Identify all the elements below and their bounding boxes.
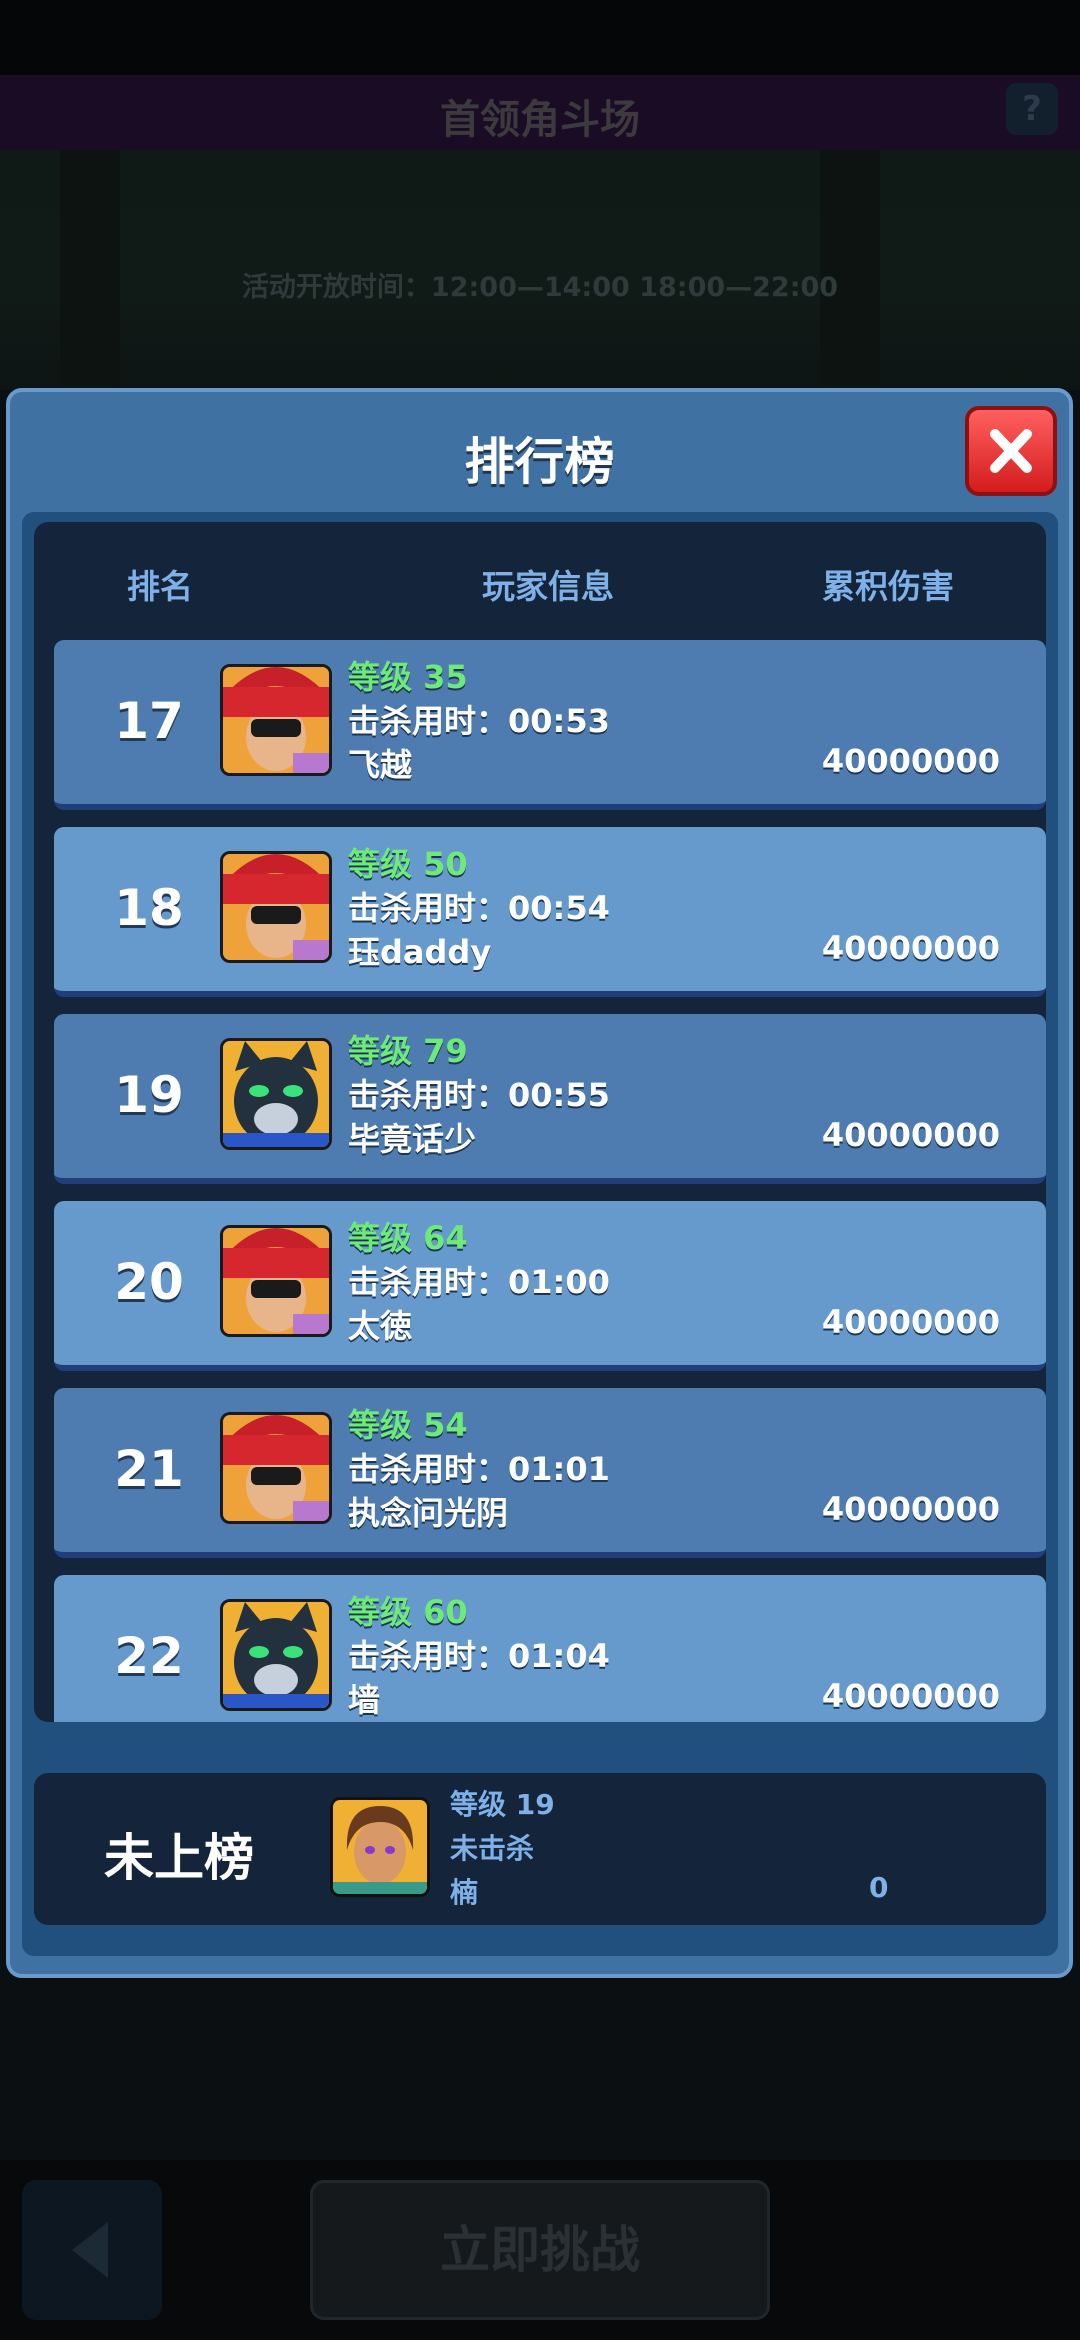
damage-value: 40000000: [821, 742, 1000, 780]
panther-hero-avatar: [220, 1599, 332, 1711]
page-title: 首领角斗场: [440, 97, 640, 143]
close-button[interactable]: [965, 406, 1057, 496]
column-header-damage: 累积伤害: [822, 567, 954, 606]
my-player-name: 楠: [450, 1876, 479, 1909]
red-hat-hero-avatar: [220, 1412, 332, 1524]
leaderboard-table: 排名 玩家信息 累积伤害 17 等级 35 击杀用时：00:53 飞越 4000…: [34, 522, 1046, 1722]
arena-background: 活动开放时间：12:00—14:00 18:00—22:00: [0, 150, 1080, 390]
girl-hero-avatar: [330, 1797, 430, 1897]
kill-time: 击杀用时：00:55: [348, 1076, 610, 1114]
damage-value: 40000000: [821, 1677, 1000, 1715]
leaderboard-title: 排行榜: [464, 433, 615, 491]
player-level: 等级 60: [348, 1593, 468, 1631]
back-arrow-icon: [72, 2222, 108, 2278]
damage-value: 40000000: [821, 1116, 1000, 1154]
my-rank-status: 未上榜: [104, 1829, 254, 1887]
help-button[interactable]: ?: [1006, 83, 1058, 135]
red-hat-hero-avatar: [220, 664, 332, 776]
my-rank-row: 未上榜 等级 19 未击杀 楠 0: [34, 1773, 1046, 1925]
player-level: 等级 35: [348, 658, 468, 696]
close-icon: [990, 429, 1032, 473]
red-hat-hero-avatar: [220, 1225, 332, 1337]
red-hat-hero-avatar: [220, 851, 332, 963]
kill-time: 击杀用时：01:04: [348, 1637, 610, 1675]
damage-value: 40000000: [821, 1303, 1000, 1341]
player-level: 等级 54: [348, 1406, 468, 1444]
column-header-player-info: 玩家信息: [482, 567, 614, 606]
table-row[interactable]: 21 等级 54 击杀用时：01:01 执念问光阴 40000000: [54, 1388, 1046, 1558]
rank-number: 21: [114, 1440, 184, 1498]
rank-number: 18: [114, 879, 184, 937]
panther-hero-avatar: [220, 1038, 332, 1150]
rank-number: 17: [114, 692, 184, 750]
leaderboard-list[interactable]: 17 等级 35 击杀用时：00:53 飞越 40000000 18 等级 50…: [54, 640, 1046, 1722]
damage-value: 40000000: [821, 1490, 1000, 1528]
top-status-area: [0, 0, 1080, 75]
kill-time: 击杀用时：01:00: [348, 1263, 610, 1301]
dimmed-background: [0, 1980, 1080, 2160]
table-row[interactable]: 20 等级 64 击杀用时：01:00 太徳 40000000: [54, 1201, 1046, 1371]
kill-time: 击杀用时：00:54: [348, 889, 610, 927]
damage-value: 40000000: [821, 929, 1000, 967]
rank-number: 20: [114, 1253, 184, 1311]
my-damage-value: 0: [869, 1871, 889, 1904]
player-level: 等级 64: [348, 1219, 468, 1257]
player-level: 等级 50: [348, 845, 468, 883]
back-button[interactable]: [22, 2180, 162, 2320]
challenge-now-button[interactable]: 立即挑战: [310, 2180, 770, 2320]
my-level: 等级 19: [450, 1788, 555, 1821]
table-row[interactable]: 19 等级 79 击杀用时：00:55 毕竟话少 40000000: [54, 1014, 1046, 1184]
event-open-time: 活动开放时间：12:00—14:00 18:00—22:00: [241, 272, 839, 303]
title-bar: 首领角斗场 ?: [0, 75, 1080, 150]
rank-number: 19: [114, 1066, 184, 1124]
table-row[interactable]: 18 等级 50 击杀用时：00:54 珏daddy 40000000: [54, 827, 1046, 997]
player-level: 等级 79: [348, 1032, 468, 1070]
kill-time: 击杀用时：01:01: [348, 1450, 610, 1488]
player-name: 毕竟话少: [348, 1120, 477, 1158]
player-name: 执念问光阴: [348, 1494, 509, 1532]
player-name: 太徳: [348, 1307, 413, 1345]
kill-time: 击杀用时：00:53: [348, 702, 610, 740]
rank-number: 22: [114, 1627, 184, 1685]
bottom-bar: 立即挑战: [0, 2160, 1080, 2340]
player-name: 墙: [348, 1681, 381, 1719]
table-row[interactable]: 17 等级 35 击杀用时：00:53 飞越 40000000: [54, 640, 1046, 810]
table-row[interactable]: 22 等级 60 击杀用时：01:04 墙 40000000: [54, 1575, 1046, 1722]
player-name: 珏daddy: [348, 933, 492, 971]
my-kill-status: 未击杀: [450, 1832, 535, 1865]
column-header-rank: 排名: [127, 567, 193, 606]
player-name: 飞越: [348, 746, 413, 784]
